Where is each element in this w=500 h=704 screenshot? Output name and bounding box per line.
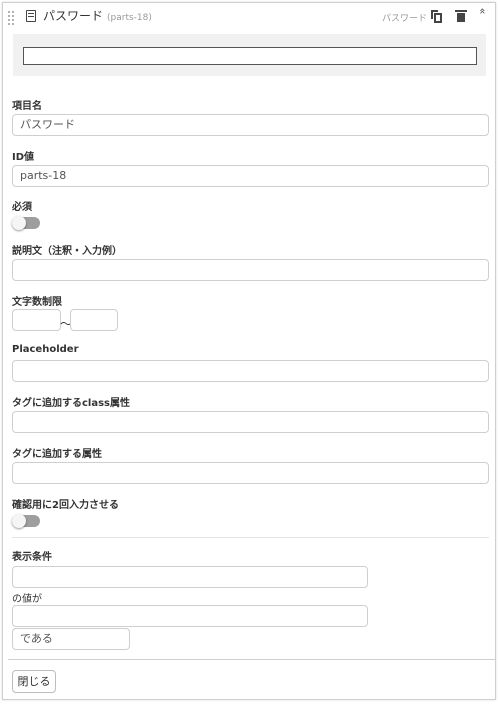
field-type-label: パスワード — [382, 14, 428, 24]
placeholder-label: Placeholder — [12, 344, 79, 355]
close-button[interactable]: 閉じる — [12, 670, 56, 693]
char-limit-min-input[interactable] — [12, 309, 61, 331]
char-limit-max-input[interactable] — [70, 309, 118, 331]
field-id-label: (parts-18) — [107, 13, 152, 23]
tag-attr-input[interactable] — [12, 462, 489, 484]
confirm-twice-toggle[interactable] — [12, 514, 40, 528]
section-divider — [12, 537, 489, 538]
condition-value-label: の値が — [12, 594, 42, 605]
condition-operator-select[interactable]: である — [12, 628, 130, 650]
char-limit-label: 文字数制限 — [12, 297, 62, 308]
condition-field-input[interactable] — [12, 566, 368, 588]
field-settings-panel: パスワード (parts-18) パスワード » 項目名 パスワード ID値 pa… — [2, 2, 496, 700]
placeholder-input[interactable] — [12, 360, 489, 382]
condition-value-input[interactable] — [12, 605, 368, 627]
display-condition-label: 表示条件 — [12, 552, 52, 563]
id-value-label: ID値 — [12, 152, 35, 163]
field-preview — [13, 34, 486, 76]
field-title: パスワード — [43, 9, 104, 23]
class-attr-input[interactable] — [12, 411, 489, 433]
item-name-input[interactable]: パスワード — [12, 114, 489, 136]
collapse-icon[interactable]: » — [475, 8, 488, 15]
required-toggle[interactable] — [12, 216, 40, 230]
text-field-icon — [26, 10, 36, 22]
id-value-input[interactable]: parts-18 — [12, 165, 489, 187]
drag-handle-icon[interactable] — [8, 11, 16, 25]
description-input[interactable] — [12, 259, 489, 281]
panel-header: パスワード (parts-18) パスワード » — [3, 3, 495, 29]
copy-icon[interactable] — [431, 10, 442, 23]
description-label: 説明文（注釈・入力例） — [12, 246, 122, 257]
panel-title: パスワード (parts-18) — [43, 7, 152, 24]
footer-divider — [8, 659, 495, 660]
trash-icon[interactable] — [455, 10, 467, 22]
tag-attr-label: タグに追加する属性 — [12, 449, 102, 460]
class-attr-label: タグに追加するclass属性 — [12, 398, 131, 409]
required-label: 必須 — [12, 202, 32, 213]
confirm-twice-label: 確認用に2回入力させる — [12, 500, 119, 511]
item-name-label: 項目名 — [12, 101, 42, 112]
preview-password-input[interactable] — [23, 47, 477, 65]
